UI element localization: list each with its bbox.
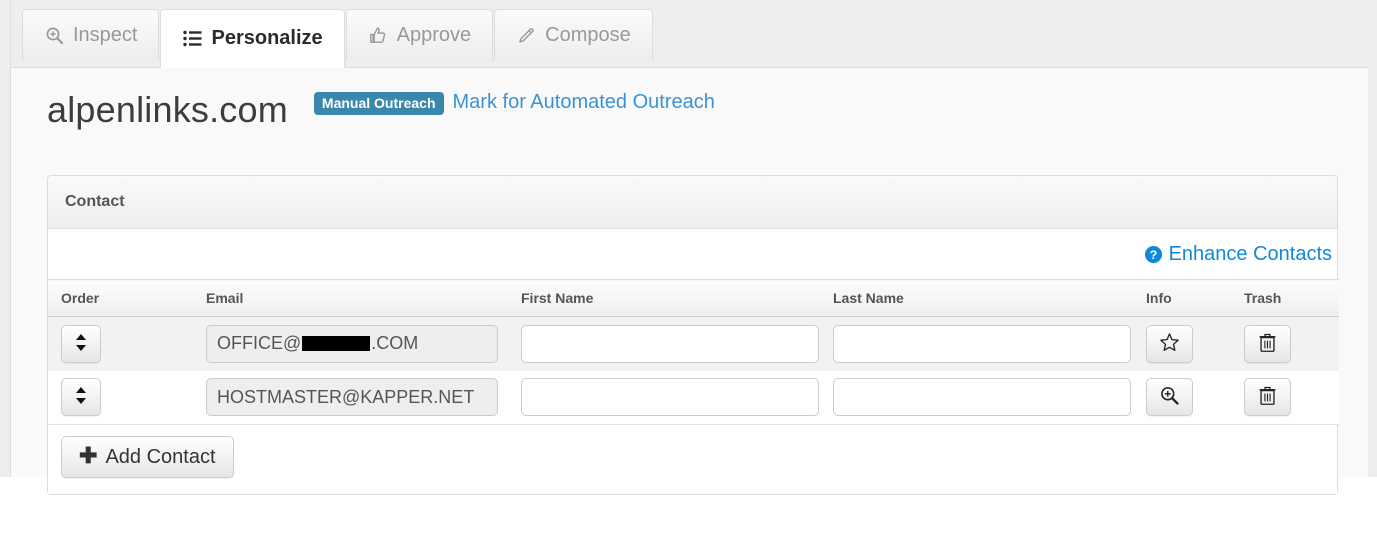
star-icon [1159,332,1180,356]
list-icon [182,29,202,49]
add-contact-row: ✚ Add Contact [48,425,1337,494]
contacts-table-header: Order Email First Name Last Name Info Tr… [48,279,1339,317]
thumbs-up-icon [368,26,388,46]
cell-trash [1231,316,1339,371]
tab-personalize-label: Personalize [211,27,323,49]
redaction-bar [302,336,371,352]
page-title: alpenlinks.com [47,89,288,130]
app-root: Inspect Personalize Approve Compose alpe… [0,0,1377,540]
tab-list: Inspect Personalize Approve Compose [22,9,654,68]
column-header-last-name: Last Name [820,279,1133,317]
page-frame: Inspect Personalize Approve Compose alpe… [0,0,1377,495]
tab-inspect[interactable]: Inspect [22,9,160,61]
sort-updown-icon [75,386,87,408]
cell-info [1133,370,1231,425]
contact-panel: Contact ? Enhance Contacts Order Email F… [47,175,1339,495]
trash-icon [1258,385,1277,409]
tab-bar: Inspect Personalize Approve Compose [11,0,1368,68]
search-plus-icon [1159,385,1180,409]
plus-icon: ✚ [79,443,98,468]
trash-icon [1258,332,1277,356]
tab-approve[interactable]: Approve [345,9,494,61]
contact-panel-header: Contact [48,176,1337,229]
column-header-info: Info [1133,279,1231,317]
question-circle-icon: ? [1144,245,1163,264]
cell-email: HOSTMASTER@KAPPER.NET [193,370,508,425]
tab-compose-label: Compose [545,24,631,46]
sort-updown-icon-button[interactable] [61,378,101,417]
main-content: alpenlinks.com Manual Outreach Mark for … [11,68,1368,495]
email-prefix: OFFICE@ [217,333,302,354]
delete-contact-button[interactable] [1244,378,1291,417]
enhance-contacts-label: Enhance Contacts [1168,242,1332,265]
pencil-icon [516,26,536,46]
last-name-field[interactable] [833,324,1131,363]
email-field[interactable]: OFFICE@ .COM [206,324,498,363]
cell-first-name [508,316,820,371]
enhance-contacts-row: ? Enhance Contacts [48,229,1337,279]
contact-panel-body: ? Enhance Contacts Order Email First Nam… [48,229,1339,494]
search-plus-icon [44,26,64,46]
tab-inspect-label: Inspect [73,24,138,46]
column-header-first-name: First Name [508,279,820,317]
cell-trash [1231,370,1339,425]
cell-email: OFFICE@ .COM [193,316,508,371]
cell-first-name [508,370,820,425]
table-row: OFFICE@ .COM [48,316,1339,371]
domain-header: alpenlinks.com Manual Outreach Mark for … [47,89,715,130]
contact-panel-title: Contact [65,193,125,210]
first-name-field[interactable] [521,378,819,417]
tab-compose[interactable]: Compose [494,9,653,61]
contacts-table-body: OFFICE@ .COM HOSTMASTER@KAPPER.NET [48,316,1339,425]
mark-automated-outreach-link[interactable]: Mark for Automated Outreach [453,91,715,114]
email-field[interactable]: HOSTMASTER@KAPPER.NET [206,378,498,417]
table-header-row: Order Email First Name Last Name Info Tr… [48,279,1339,317]
add-contact-button[interactable]: ✚ Add Contact [61,436,234,478]
sort-updown-icon-button[interactable] [61,324,101,363]
cell-order [48,316,193,371]
svg-text:?: ? [1149,248,1157,262]
cell-last-name [820,316,1133,371]
enhance-contacts-link[interactable]: ? Enhance Contacts [1144,243,1332,266]
column-header-email: Email [193,279,508,317]
sort-updown-icon [75,333,87,355]
first-name-field[interactable] [521,324,819,363]
tab-approve-label: Approve [396,24,472,46]
last-name-field[interactable] [833,378,1131,417]
status-badge: Manual Outreach [313,92,444,115]
info-star-button[interactable] [1146,324,1193,363]
column-header-trash: Trash [1231,279,1339,317]
cell-info [1133,316,1231,371]
email-suffix: .COM [371,333,419,354]
delete-contact-button[interactable] [1244,324,1291,363]
info-lookup-button[interactable] [1146,378,1193,417]
email-prefix: HOSTMASTER@KAPPER.NET [217,386,475,407]
table-row: HOSTMASTER@KAPPER.NET [48,370,1339,425]
tab-personalize[interactable]: Personalize [160,9,345,68]
cell-order [48,370,193,425]
page-container: Inspect Personalize Approve Compose alpe… [10,0,1368,495]
add-contact-label: Add Contact [105,445,216,468]
contacts-table: Order Email First Name Last Name Info Tr… [48,279,1339,425]
column-header-order: Order [48,279,193,317]
cell-last-name [820,370,1133,425]
